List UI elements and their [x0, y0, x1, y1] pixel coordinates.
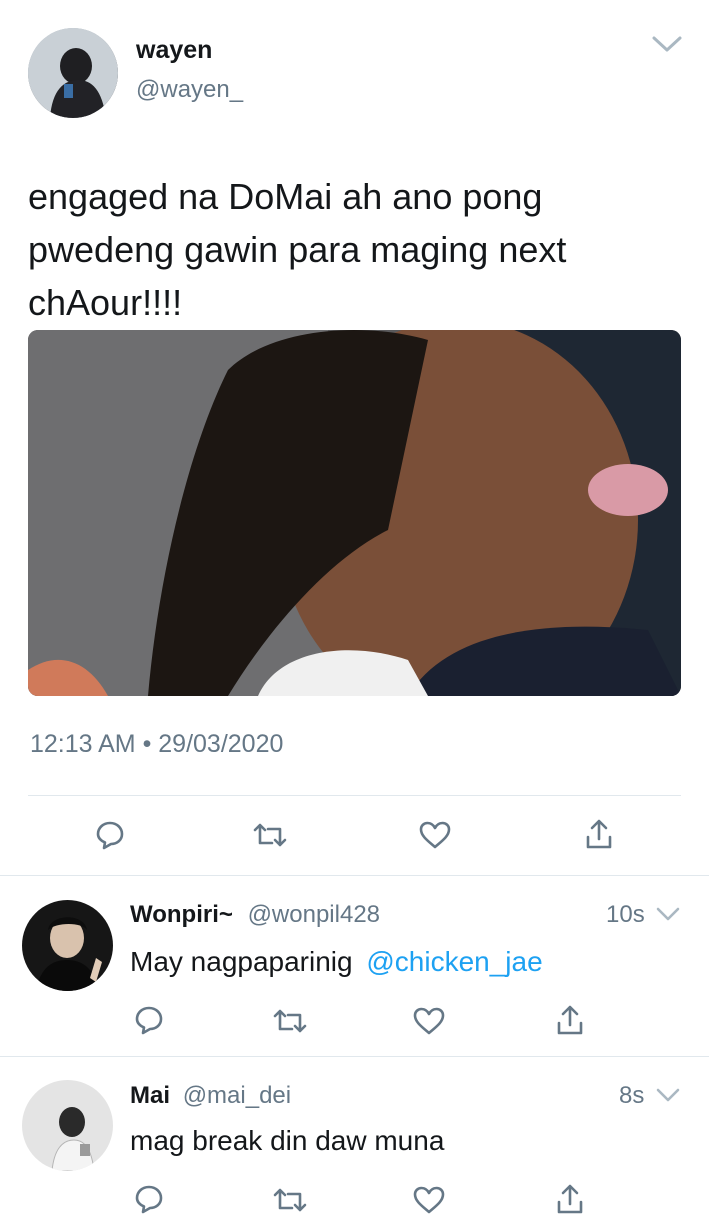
reply-author-name[interactable]: Mai — [130, 1082, 170, 1109]
author-handle[interactable]: @wayen_ — [136, 76, 243, 104]
reply-avatar[interactable] — [22, 900, 113, 991]
like-icon[interactable] — [412, 1006, 446, 1036]
reply-time[interactable]: 10s — [606, 901, 645, 929]
reply-author-handle[interactable]: @wonpil428 — [248, 901, 380, 928]
chevron-down-icon[interactable] — [655, 1086, 681, 1104]
reply-text: mag break din daw muna — [130, 1125, 444, 1157]
author-avatar[interactable] — [28, 28, 118, 118]
tweet-photo[interactable] — [28, 330, 681, 696]
tweet-timestamp[interactable]: 12:13 AM • 29/03/2020 — [30, 730, 283, 759]
reply-icon[interactable] — [133, 1004, 165, 1036]
mention-link[interactable]: @chicken_jae — [366, 946, 542, 977]
divider — [0, 1056, 709, 1057]
chevron-down-icon[interactable] — [655, 905, 681, 923]
share-icon[interactable] — [555, 1003, 585, 1037]
reply-author-handle[interactable]: @mai_dei — [183, 1082, 291, 1109]
share-icon[interactable] — [584, 817, 614, 851]
reply-author-name[interactable]: Wonpiri~ — [130, 901, 233, 928]
reply-icon[interactable] — [133, 1183, 165, 1215]
author-name[interactable]: wayen — [136, 36, 212, 65]
reply-avatar[interactable] — [22, 1080, 113, 1171]
reply-header: Wonpiri~ @wonpil428 — [130, 901, 380, 929]
like-icon[interactable] — [418, 820, 452, 850]
retweet-icon[interactable] — [272, 1184, 308, 1216]
divider — [0, 875, 709, 876]
retweet-icon[interactable] — [272, 1005, 308, 1037]
retweet-icon[interactable] — [252, 819, 288, 851]
reply-text-body: May nagpaparinig — [130, 946, 353, 977]
reply-header: Mai @mai_dei — [130, 1082, 291, 1110]
chevron-down-icon[interactable] — [651, 34, 683, 54]
like-icon[interactable] — [412, 1185, 446, 1215]
divider — [28, 795, 681, 796]
reply-time[interactable]: 8s — [619, 1082, 644, 1110]
reply-text: May nagpaparinig @chicken_jae — [130, 946, 543, 978]
reply-icon[interactable] — [94, 819, 126, 851]
share-icon[interactable] — [555, 1182, 585, 1216]
reply-text-body: mag break din daw muna — [130, 1125, 445, 1156]
tweet-text: engaged na DoMai ah ano pong pwedeng gaw… — [28, 176, 567, 323]
